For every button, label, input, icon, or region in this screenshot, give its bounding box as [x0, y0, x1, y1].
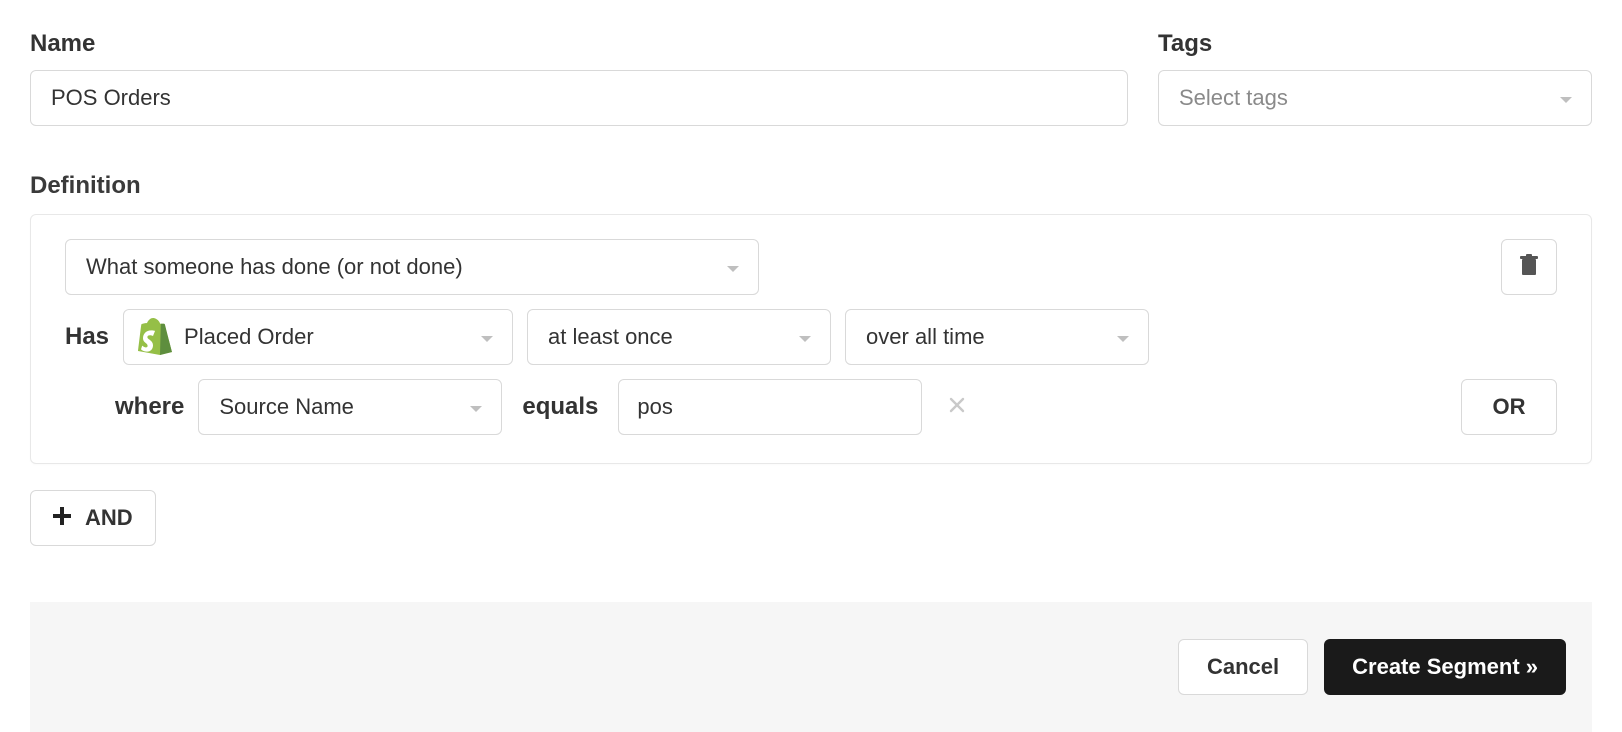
definition-card: What someone has done (or not done) Has [30, 214, 1592, 464]
condition-row-1: What someone has done (or not done) [65, 239, 1557, 295]
and-label: AND [85, 505, 133, 531]
tags-placeholder: Select tags [1179, 85, 1288, 111]
or-label: OR [1493, 394, 1526, 420]
cancel-label: Cancel [1207, 654, 1279, 679]
timeframe-select[interactable]: over all time [845, 309, 1149, 365]
remove-filter-button[interactable] [942, 394, 972, 420]
property-select[interactable]: Source Name [198, 379, 502, 435]
chevron-down-icon [798, 324, 812, 350]
condition-type-value: What someone has done (or not done) [86, 254, 463, 280]
has-label: Has [65, 323, 109, 351]
chevron-down-icon [1559, 85, 1573, 111]
timeframe-value: over all time [866, 324, 985, 350]
tags-select[interactable]: Select tags [1158, 70, 1592, 126]
shopify-icon [138, 318, 172, 356]
chevron-down-icon [1116, 324, 1130, 350]
condition-row-2: Has Placed Order at least once [65, 309, 1557, 365]
close-icon [948, 394, 966, 419]
create-label: Create Segment » [1352, 654, 1538, 679]
chevron-down-icon [726, 254, 740, 280]
add-and-condition-button[interactable]: AND [30, 490, 156, 546]
plus-icon [53, 505, 71, 531]
condition-row-3: where Source Name equals OR [65, 379, 1557, 435]
event-value: Placed Order [184, 324, 314, 350]
chevron-down-icon [469, 394, 483, 420]
or-button[interactable]: OR [1461, 379, 1557, 435]
name-field-block: Name [30, 30, 1128, 126]
where-label: where [115, 393, 184, 421]
event-select[interactable]: Placed Order [123, 309, 513, 365]
tags-field-block: Tags Select tags [1158, 30, 1592, 126]
cancel-button[interactable]: Cancel [1178, 639, 1308, 695]
filter-value-input[interactable] [618, 379, 922, 435]
segment-editor: Name Tags Select tags Definition What so… [0, 0, 1622, 546]
frequency-select[interactable]: at least once [527, 309, 831, 365]
definition-label: Definition [30, 172, 1592, 200]
property-value: Source Name [219, 394, 354, 420]
tags-label: Tags [1158, 30, 1592, 58]
name-input[interactable] [30, 70, 1128, 126]
condition-type-select[interactable]: What someone has done (or not done) [65, 239, 759, 295]
frequency-value: at least once [548, 324, 673, 350]
top-row: Name Tags Select tags [30, 30, 1592, 126]
delete-condition-button[interactable] [1501, 239, 1557, 295]
chevron-down-icon [480, 324, 494, 350]
operator-label: equals [522, 393, 598, 421]
footer-bar: Cancel Create Segment » [30, 602, 1592, 732]
name-label: Name [30, 30, 1128, 58]
trash-icon [1519, 254, 1539, 281]
create-segment-button[interactable]: Create Segment » [1324, 639, 1566, 695]
